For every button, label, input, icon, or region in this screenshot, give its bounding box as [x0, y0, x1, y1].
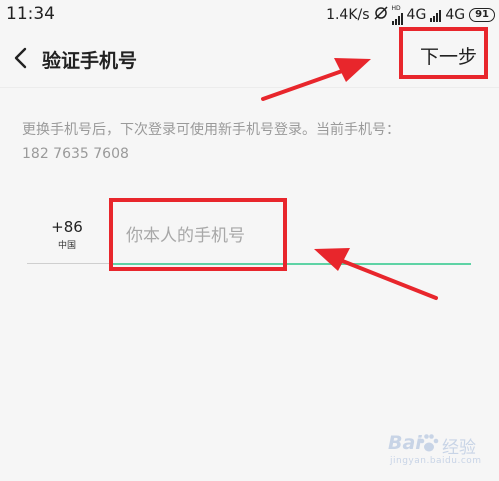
watermark-brand-right: 经验 — [442, 438, 476, 458]
chevron-left-icon[interactable] — [12, 46, 32, 70]
alarm-off-icon — [374, 6, 388, 24]
country-code-underline — [27, 263, 109, 264]
baidu-jingyan-watermark: Bai 经验 jingyan.baidu.com — [388, 432, 493, 472]
phone-input-highlight-box — [109, 198, 287, 271]
sim1-network-label: 4G — [406, 7, 427, 23]
signal-icon-1: HD — [391, 5, 403, 25]
country-code: +86 — [51, 218, 83, 236]
description-text: 更换手机号后，下次登录可使用新手机号登录。当前手机号： — [22, 122, 400, 138]
country-code-selector[interactable]: +86 中国 — [40, 218, 94, 251]
status-icons: 1.4K/s HD 4G 4G 91 — [326, 5, 495, 25]
arrow-to-phone-input — [314, 248, 438, 300]
page-title: 验证手机号 — [42, 50, 138, 72]
country-name: 中国 — [57, 241, 76, 251]
network-speed: 1.4K/s — [326, 7, 370, 23]
sim2-network-label: 4G — [445, 7, 466, 23]
watermark-brand-left: Bai — [388, 432, 422, 454]
watermark-url: jingyan.baidu.com — [390, 456, 482, 466]
change-number-description: 更换手机号后，下次登录可使用新手机号登录。当前手机号： 182 7635 760… — [22, 118, 482, 166]
status-bar: 11:34 1.4K/s HD 4G 4G 91 — [0, 0, 499, 30]
battery-indicator: 91 — [469, 8, 495, 22]
divider — [0, 87, 499, 88]
next-step-highlight-box — [399, 27, 488, 79]
current-phone-number: 182 7635 7608 — [22, 146, 129, 162]
signal-icon-2 — [430, 9, 442, 22]
status-time: 11:34 — [6, 4, 55, 24]
paw-icon — [418, 432, 440, 454]
